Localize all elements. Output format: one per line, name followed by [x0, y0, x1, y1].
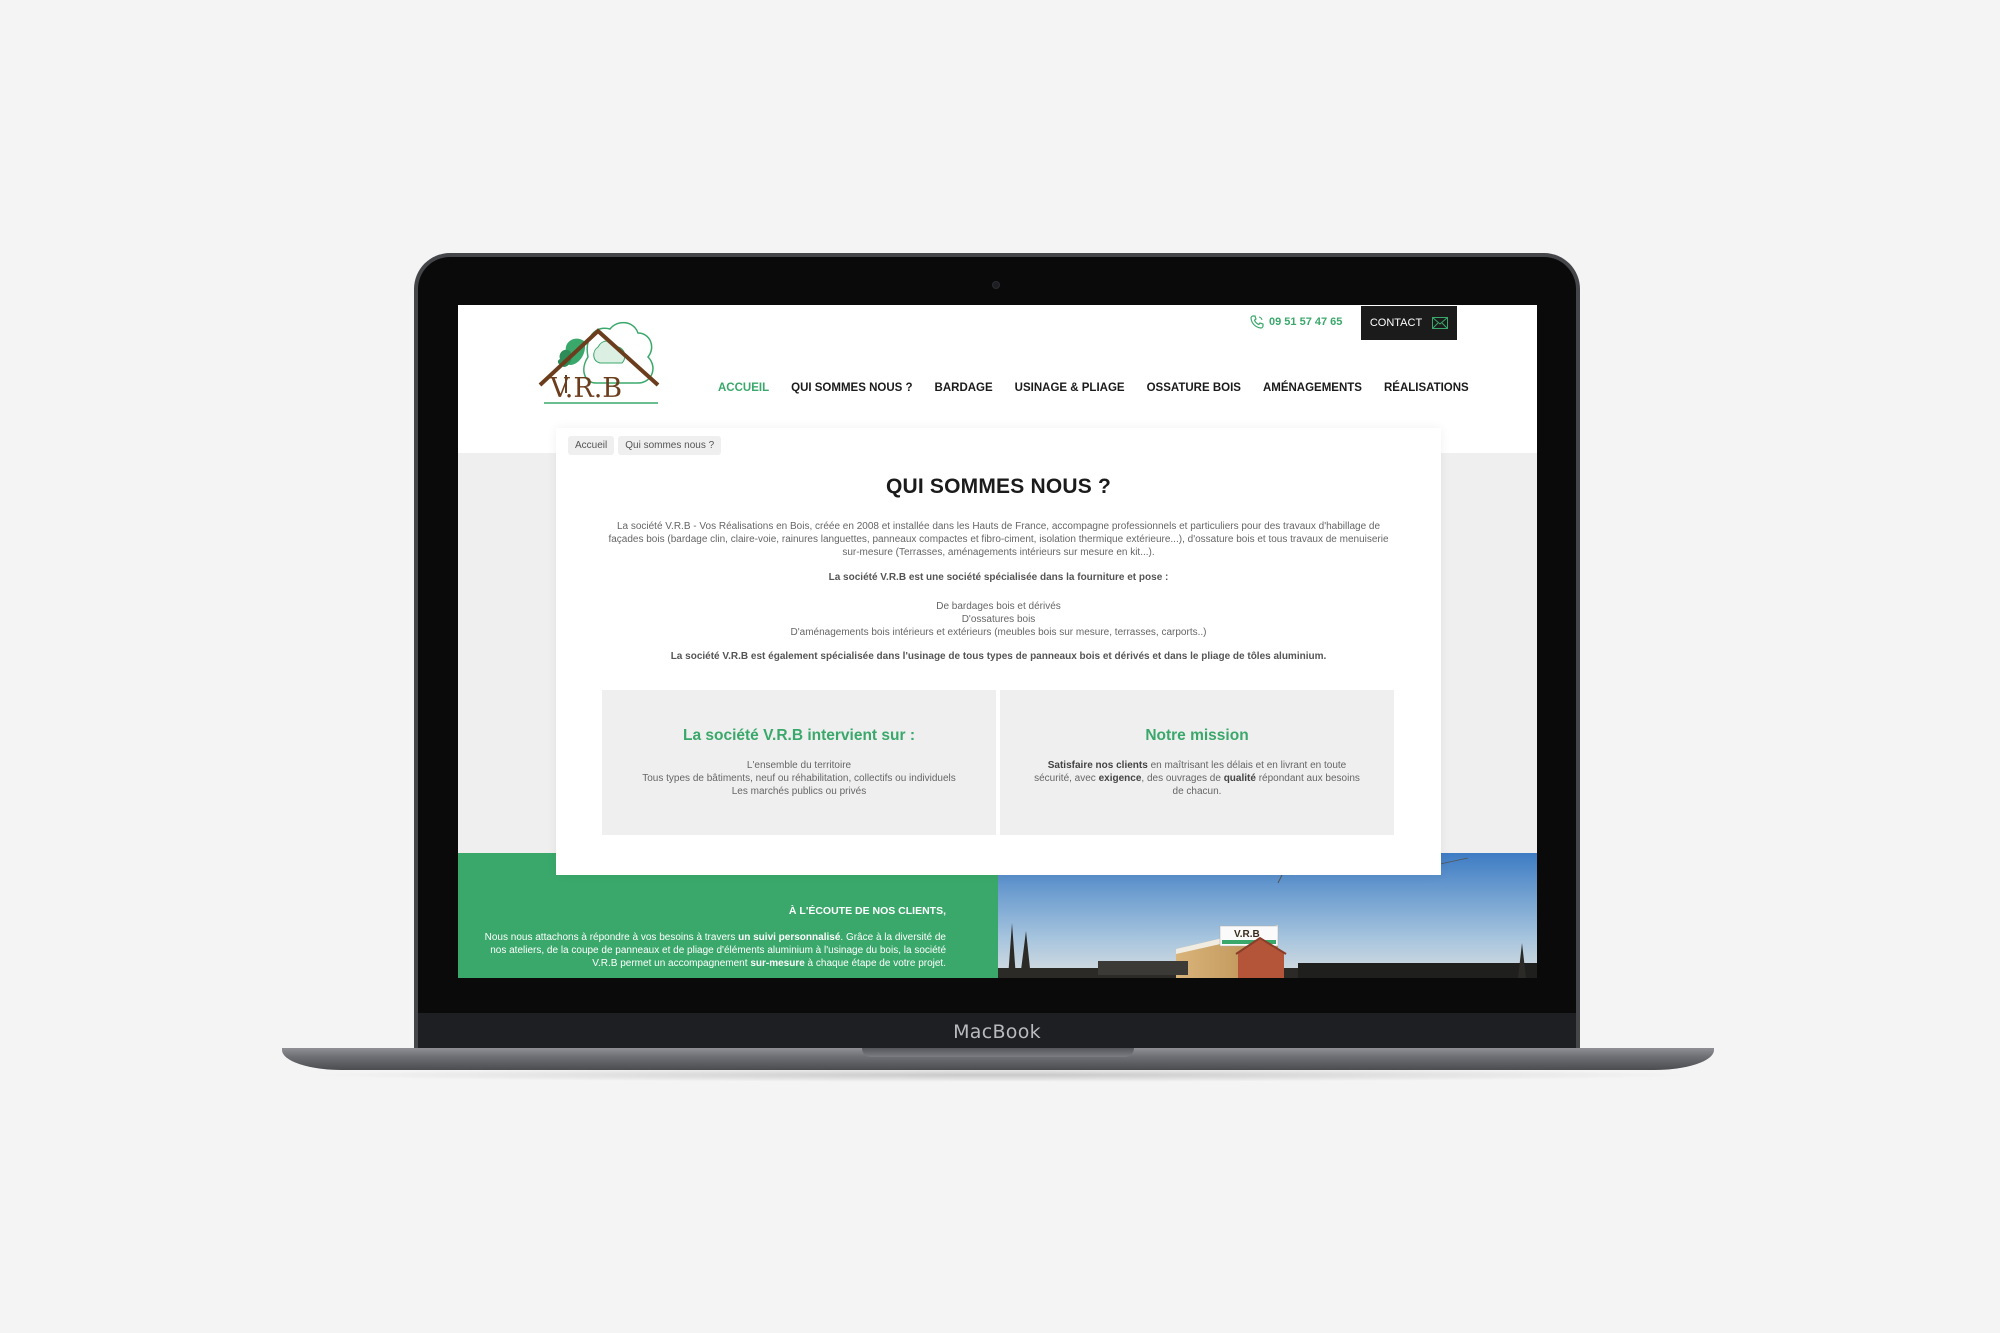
- laptop-opening-notch: [862, 1048, 1134, 1057]
- macbook-label: MacBook: [953, 1020, 1041, 1043]
- laptop-shadow: [300, 1068, 1700, 1082]
- listen-title: À L'ÉCOUTE DE NOS CLIENTS,: [788, 905, 946, 917]
- svg-text:V.R.B: V.R.B: [1234, 929, 1260, 940]
- extra-specialty: La société V.R.B est également spécialis…: [670, 651, 1327, 662]
- nav-item-ossature-bois[interactable]: OSSATURE BOIS: [1147, 382, 1241, 394]
- list-item: D'ossatures bois: [961, 614, 1036, 625]
- nav-item-usinage-pliage[interactable]: USINAGE & PLIAGE: [1015, 382, 1125, 394]
- list-item: Les marchés publics ou privés: [731, 786, 867, 797]
- contact-label: CONTACT: [1369, 317, 1423, 329]
- page-title: QUI SOMMES NOUS ?: [885, 475, 1112, 498]
- nav-item-realisations[interactable]: RÉALISATIONS: [1384, 382, 1469, 394]
- list-item: Tous types de bâtiments, neuf ou réhabil…: [642, 773, 956, 784]
- phone-number[interactable]: 09 51 57 47 65: [1269, 316, 1342, 328]
- intervention-box: La société V.R.B intervient sur : L'ense…: [602, 690, 996, 835]
- mission-title: Notre mission: [1145, 727, 1249, 744]
- list-item: L'ensemble du territoire: [746, 760, 852, 771]
- main-nav: ACCUEIL QUI SOMMES NOUS ? BARDAGE USINAG…: [718, 382, 1469, 394]
- specialty-heading: La société V.R.B est une société spécial…: [828, 572, 1169, 583]
- nav-item-amenagements[interactable]: AMÉNAGEMENTS: [1263, 382, 1362, 394]
- breadcrumb: Accueil Qui sommes nous ?: [568, 436, 722, 455]
- intervention-body: L'ensemble du territoire Tous types de b…: [632, 759, 966, 798]
- phone-icon: [1250, 315, 1264, 329]
- svg-text:V.R.B: V.R.B: [549, 373, 622, 404]
- list-item: De bardages bois et dérivés: [936, 601, 1061, 612]
- browser-screen: V.R.B 09 51 57 47 65 CONTACT ACCUEIL QUI…: [458, 305, 1537, 978]
- camera-icon: [992, 281, 1000, 289]
- list-item: D'aménagements bois intérieurs et extéri…: [790, 627, 1207, 638]
- contact-button[interactable]: CONTACT: [1361, 306, 1457, 340]
- listen-text: Nous nous attachons à répondre à vos bes…: [484, 932, 946, 969]
- intervention-title: La société V.R.B intervient sur :: [682, 727, 915, 744]
- breadcrumb-current[interactable]: Qui sommes nous ?: [618, 436, 722, 455]
- phone-link[interactable]: 09 51 57 47 65: [1250, 315, 1342, 329]
- mission-box: Notre mission Satisfaire nos clients en …: [1000, 690, 1394, 835]
- intro-text: La société V.R.B - Vos Réalisations en B…: [608, 521, 1389, 558]
- nav-item-qui-sommes-nous[interactable]: QUI SOMMES NOUS ?: [791, 382, 912, 394]
- content-card: Accueil Qui sommes nous ? QUI SOMMES NOU…: [556, 428, 1441, 875]
- vrb-logo[interactable]: V.R.B: [536, 317, 666, 417]
- laptop-chin: MacBook: [418, 1013, 1576, 1050]
- breadcrumb-home[interactable]: Accueil: [568, 436, 615, 455]
- mission-body: Satisfaire nos clients en maîtrisant les…: [1034, 760, 1360, 797]
- envelope-icon: [1432, 317, 1449, 329]
- nav-item-accueil[interactable]: ACCUEIL: [718, 382, 769, 394]
- nav-item-bardage[interactable]: BARDAGE: [935, 382, 993, 394]
- specialty-list: De bardages bois et dérivés D'ossatures …: [556, 600, 1441, 639]
